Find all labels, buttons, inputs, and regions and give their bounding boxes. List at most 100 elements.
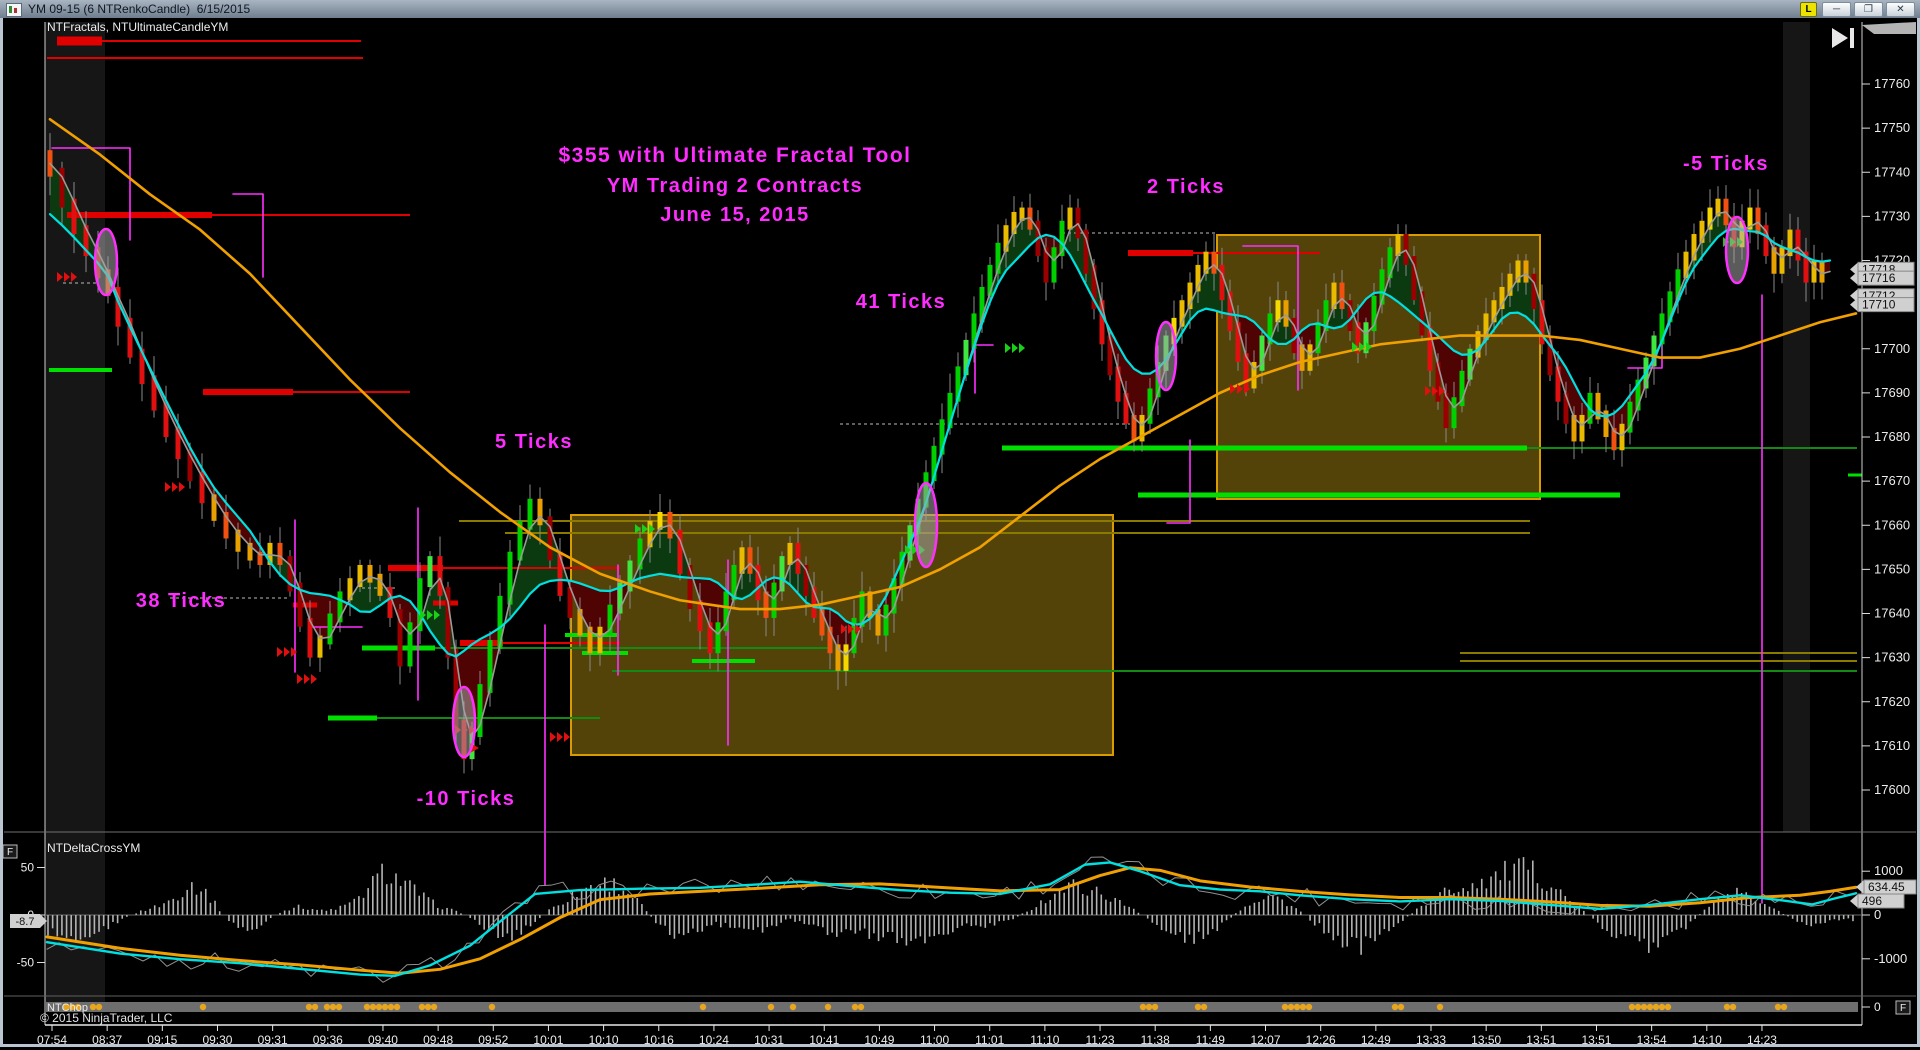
chop-signal-dot <box>790 1004 796 1010</box>
renko-candle <box>1220 265 1225 300</box>
time-axis-label: 10:10 <box>589 1033 619 1047</box>
renko-candle <box>438 556 443 596</box>
price-axis-label: 17740 <box>1874 164 1910 179</box>
price-axis-label: 17650 <box>1874 561 1910 576</box>
chop-signal-dot <box>1282 1004 1288 1010</box>
chop-signal-dot <box>1195 1004 1201 1010</box>
price-axis-label: 17700 <box>1874 341 1910 356</box>
trade-zone-box <box>1217 235 1540 499</box>
time-axis-label: 09:15 <box>147 1033 177 1047</box>
price-axis-label: 17730 <box>1874 208 1910 223</box>
time-axis-label: 11:23 <box>1085 1033 1114 1047</box>
link-button[interactable]: L <box>1800 2 1817 17</box>
session-band <box>1783 22 1810 832</box>
chop-signal-dot <box>1294 1004 1300 1010</box>
entry-highlight-ellipse <box>1726 217 1748 283</box>
chop-signal-dot <box>1201 1004 1207 1010</box>
chop-signal-dot <box>1647 1004 1653 1010</box>
chop-signal-dot <box>1724 1004 1730 1010</box>
time-axis-label: 10:01 <box>533 1033 563 1047</box>
chart-annotation: 41 Ticks <box>856 291 947 313</box>
chop-axis-label: 0 <box>1874 1000 1881 1014</box>
chop-signal-dot <box>1781 1004 1787 1010</box>
renko-candle <box>278 543 283 565</box>
chop-signal-dot <box>489 1004 495 1010</box>
renko-candle <box>1620 424 1625 450</box>
chart-annotation: 2 Ticks <box>1147 176 1225 198</box>
chop-signal-dot <box>1398 1004 1404 1010</box>
price-axis-label: 17620 <box>1874 694 1910 709</box>
price-axis-label: 17600 <box>1874 782 1910 797</box>
chop-signal-dot <box>825 1004 831 1010</box>
renko-candle <box>1212 252 1217 274</box>
chop-signal-dot <box>382 1004 388 1010</box>
chop-signal-dot <box>425 1004 431 1010</box>
osc-right-axis-label: -1000 <box>1874 951 1907 966</box>
chop-signal-dot <box>376 1004 382 1010</box>
time-axis-label: 10:31 <box>754 1033 784 1047</box>
time-axis-label: 10:24 <box>699 1033 729 1047</box>
chop-signal-dot <box>364 1004 370 1010</box>
time-axis-label: 09:48 <box>423 1033 453 1047</box>
renko-candle <box>508 552 513 605</box>
chop-signal-dot <box>388 1004 394 1010</box>
go-to-end-icon[interactable] <box>1850 28 1854 48</box>
chop-signal-dot <box>431 1004 437 1010</box>
chop-signal-dot <box>1152 1004 1158 1010</box>
entry-highlight-ellipse <box>1156 322 1176 390</box>
time-axis-label: 11:49 <box>1196 1033 1225 1047</box>
price-tag-value: 17710 <box>1862 298 1896 312</box>
price-axis-label: 17690 <box>1874 385 1910 400</box>
chop-signal-dot <box>852 1004 858 1010</box>
panel-collapse-label: F <box>1900 1003 1906 1014</box>
osc-right-tag-value: 634.45 <box>1868 880 1905 894</box>
ninjatrader-chart-window: { "window": { "title": "YM 09-15 (6 NTRe… <box>0 0 1920 1050</box>
renko-candle <box>844 644 849 670</box>
price-axis-label: 17750 <box>1874 120 1910 135</box>
chop-signal-dot <box>1437 1004 1443 1010</box>
chop-signal-dot <box>1392 1004 1398 1010</box>
time-axis-label: 09:30 <box>202 1033 232 1047</box>
app-icon <box>6 3 22 17</box>
chop-signal-dot <box>1146 1004 1152 1010</box>
chart-surface[interactable]: $355 with Ultimate Fractal ToolYM Tradin… <box>0 0 1920 1050</box>
osc-left-tag-value: -8.7 <box>16 916 35 928</box>
osc-right-axis-label: 1000 <box>1874 863 1903 878</box>
copyright-label: © 2015 NinjaTrader, LLC <box>40 1011 173 1025</box>
time-axis-label: 12:07 <box>1251 1033 1281 1047</box>
chart-annotation: 5 Ticks <box>495 431 573 453</box>
chart-annotation: -5 Ticks <box>1683 153 1769 175</box>
minimize-button[interactable]: ─ <box>1822 2 1851 17</box>
price-axis-label: 17660 <box>1874 517 1910 532</box>
chop-signal-dot <box>90 1004 96 1010</box>
price-axis-label: 17670 <box>1874 473 1910 488</box>
chart-annotation: June 15, 2015 <box>660 204 810 226</box>
renko-candle <box>428 556 433 587</box>
renko-candle <box>764 591 769 617</box>
chop-signal-dot <box>306 1004 312 1010</box>
chop-signal-dot <box>96 1004 102 1010</box>
chop-signal-dot <box>1653 1004 1659 1010</box>
main-indicator-label: NTFractals, NTUltimateCandleYM <box>47 20 228 34</box>
time-axis-label: 10:16 <box>644 1033 674 1047</box>
chop-signal-dot <box>1629 1004 1635 1010</box>
chop-signal-dot <box>336 1004 342 1010</box>
chop-signal-dot <box>394 1004 400 1010</box>
time-axis-label: 14:10 <box>1692 1033 1722 1047</box>
time-axis-label: 08:37 <box>92 1033 122 1047</box>
time-axis-label: 13:50 <box>1471 1033 1501 1047</box>
renko-candle <box>1796 230 1801 261</box>
restore-button[interactable]: ❐ <box>1854 2 1883 17</box>
osc-right-axis-label: 0 <box>1874 907 1881 922</box>
renko-candle <box>748 547 753 573</box>
window-titlebar[interactable]: YM 09-15 (6 NTRenkoCandle) 6/15/2015 L ─… <box>0 0 1920 18</box>
chop-signal-dot <box>312 1004 318 1010</box>
price-tag-value: 17716 <box>1862 271 1896 285</box>
osc-left-axis-label: -50 <box>17 956 35 970</box>
renko-candle <box>328 614 333 645</box>
chart-annotation: YM Trading 2 Contracts <box>607 175 863 197</box>
chop-signal-dot <box>330 1004 336 1010</box>
close-button[interactable]: ✕ <box>1886 2 1915 17</box>
entry-highlight-ellipse <box>915 483 937 567</box>
renko-candle <box>538 499 543 525</box>
